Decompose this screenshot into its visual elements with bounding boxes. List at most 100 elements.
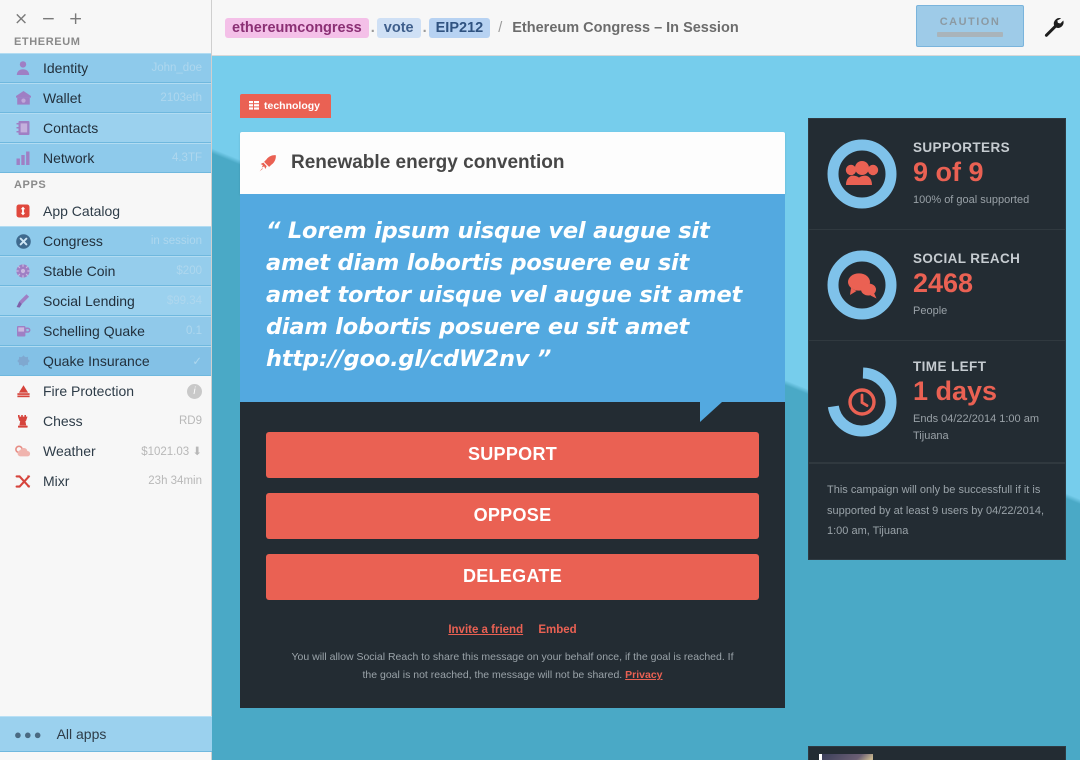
- window-controls: × − +: [0, 0, 211, 30]
- sidebar-item-app-catalog[interactable]: App Catalog: [0, 196, 211, 226]
- campaign-quote-bubble: “ Lorem ipsum uisque vel augue sit amet …: [240, 194, 785, 422]
- sidebar-item-label: Fire Protection: [43, 383, 135, 399]
- people-icon: [845, 161, 879, 185]
- mixr-icon: [12, 472, 34, 490]
- stats-panel: SUPPORTERS 9 of 9 100% of goal supported: [808, 118, 1066, 561]
- stable-coin-icon: [12, 262, 34, 280]
- caution-label: CAUTION: [939, 15, 1001, 28]
- sidebar-item-meta: John_doe: [151, 62, 202, 74]
- sidebar-item-label: Contacts: [43, 120, 99, 136]
- sidebar-item-congress[interactable]: Congress in session: [0, 226, 211, 256]
- contacts-book-icon: [12, 119, 34, 137]
- page-title: Ethereum Congress – In Session: [512, 19, 739, 36]
- campaign-actions: SUPPORT OPPOSE DELEGATE Invite a friend …: [240, 401, 785, 709]
- wrench-icon[interactable]: [1038, 11, 1068, 41]
- wallet-icon: [12, 89, 34, 107]
- breadcrumb-slash: /: [498, 19, 503, 36]
- sidebar-item-wallet[interactable]: Wallet 2103eth: [0, 83, 211, 113]
- chess-icon: [12, 412, 34, 430]
- app-window: × − + ETHEREUM Identity John_doe Wallet …: [0, 0, 1080, 760]
- sidebar-item-contacts[interactable]: Contacts: [0, 113, 211, 143]
- stat-label: SOCIAL REACH: [913, 250, 1021, 266]
- breadcrumb-separator: .: [422, 19, 427, 36]
- speech-bubble-tail: [700, 401, 732, 422]
- sidebar-item-fire-protection[interactable]: Fire Protection i: [0, 376, 211, 406]
- stat-label: SUPPORTERS: [913, 139, 1011, 155]
- sidebar-item-label: Social Lending: [43, 293, 135, 309]
- stat-time-left: TIME LEFT 1 days Ends 04/22/2014 1:00 am…: [809, 341, 1065, 464]
- campaign-links: Invite a friend Embed: [266, 624, 759, 636]
- invite-a-friend-link[interactable]: Invite a friend: [448, 624, 523, 636]
- sidebar-section-apps-title: APPS: [14, 179, 47, 191]
- sidebar-item-mixr[interactable]: Mixr 23h 34min: [0, 466, 211, 496]
- stat-value: 1 days: [913, 376, 998, 406]
- caution-bar: [937, 31, 1003, 37]
- campaign-category-tag[interactable]: technology: [240, 94, 332, 118]
- fire-protection-icon: [12, 382, 34, 400]
- sidebar-item-network[interactable]: Network 4.3TF: [0, 143, 211, 173]
- clock-icon: [848, 387, 876, 416]
- caution-badge[interactable]: CAUTION: [916, 5, 1024, 47]
- campaign-quote-text: “ Lorem ipsum uisque vel augue sit amet …: [266, 218, 743, 372]
- sidebar-item-quake-insurance[interactable]: Quake Insurance ✓: [0, 346, 211, 376]
- delegate-button[interactable]: DELEGATE: [266, 553, 759, 600]
- sidebar-item-label: Identity: [43, 60, 89, 76]
- congress-icon: [12, 232, 34, 250]
- sidebar-item-label: App Catalog: [43, 203, 121, 219]
- sidebar-item-meta: 2103eth: [160, 92, 202, 104]
- breadcrumb-action[interactable]: vote: [376, 17, 421, 38]
- sidebar-item-label: Wallet: [43, 90, 82, 106]
- close-icon[interactable]: ×: [14, 11, 28, 28]
- main-canvas: technology Renewable energy convention “…: [212, 56, 1080, 760]
- breadcrumb-separator: .: [370, 19, 375, 36]
- stat-sub: Ends 04/22/2014 1:00 am Tijuana: [913, 413, 1039, 442]
- oppose-button[interactable]: OPPOSE: [266, 492, 759, 539]
- maximize-icon[interactable]: +: [69, 11, 83, 28]
- stat-supporters: SUPPORTERS 9 of 9 100% of goal supported: [809, 119, 1065, 230]
- sidebar: × − + ETHEREUM Identity John_doe Wallet …: [0, 0, 212, 760]
- sidebar-item-weather[interactable]: Weather $1021.03 ⬇: [0, 436, 211, 466]
- stat-sub: 100% of goal supported: [913, 193, 1030, 206]
- breadcrumb: ethereumcongress . vote . EIP212 / Ether…: [212, 17, 746, 38]
- header-bar: ethereumcongress . vote . EIP212 / Ether…: [212, 0, 1080, 56]
- app-catalog-icon: [12, 202, 34, 220]
- sidebar-item-identity[interactable]: Identity John_doe: [0, 53, 211, 83]
- sidebar-item-meta: 23h 34min: [148, 475, 202, 487]
- sidebar-item-stable-coin[interactable]: Stable Coin $200: [0, 256, 211, 286]
- sidebar-item-all-apps[interactable]: ●●● All apps: [0, 716, 212, 752]
- sidebar-item-social-lending[interactable]: Social Lending $99.34: [0, 286, 211, 316]
- breadcrumb-proposal-id[interactable]: EIP212: [428, 17, 491, 38]
- disclaimer-text: You will allow Social Reach to share thi…: [291, 650, 734, 682]
- sidebar-item-schelling-quake[interactable]: Schelling Quake 0.1: [0, 316, 211, 346]
- sidebar-item-meta: RD9: [178, 415, 202, 427]
- supporters-progress-ring: [825, 137, 899, 211]
- speech-bubbles-icon: [848, 273, 877, 299]
- social-reach-progress-ring: [825, 248, 899, 322]
- supporter-card[interactable]: FRANZ CAVATORTA @envato: [808, 746, 1066, 760]
- stat-label: TIME LEFT: [913, 359, 987, 374]
- stat-social-reach: SOCIAL REACH 2468 People: [809, 230, 1065, 341]
- campaign-card: Renewable energy convention “ Lorem ipsu…: [240, 132, 785, 709]
- grid-icon: [249, 101, 259, 110]
- privacy-link[interactable]: Privacy: [625, 669, 662, 681]
- minimize-icon[interactable]: −: [41, 11, 55, 28]
- sidebar-item-meta: ✓: [192, 356, 202, 368]
- breadcrumb-org[interactable]: ethereumcongress: [225, 17, 369, 38]
- stat-value: 2468: [913, 267, 974, 298]
- sidebar-item-label: Quake Insurance: [43, 353, 150, 369]
- sidebar-section-ethereum-title: ETHEREUM: [14, 36, 81, 48]
- sidebar-item-meta: in session: [150, 235, 202, 247]
- quake-insurance-icon: [12, 352, 34, 370]
- stat-sub: People: [913, 304, 948, 317]
- sidebar-item-label: Stable Coin: [43, 263, 116, 279]
- time-left-progress-ring: [825, 365, 899, 439]
- campaign-title: Renewable energy convention: [291, 152, 565, 173]
- sidebar-item-meta: 4.3TF: [171, 152, 202, 164]
- campaign-tag-label: technology: [264, 100, 321, 112]
- campaign-success-note: This campaign will only be successfull i…: [809, 463, 1065, 559]
- rocket-icon: [258, 153, 278, 173]
- support-button[interactable]: SUPPORT: [266, 431, 759, 478]
- sidebar-item-label: Mixr: [43, 473, 70, 489]
- sidebar-item-chess[interactable]: Chess RD9: [0, 406, 211, 436]
- embed-link[interactable]: Embed: [538, 624, 576, 636]
